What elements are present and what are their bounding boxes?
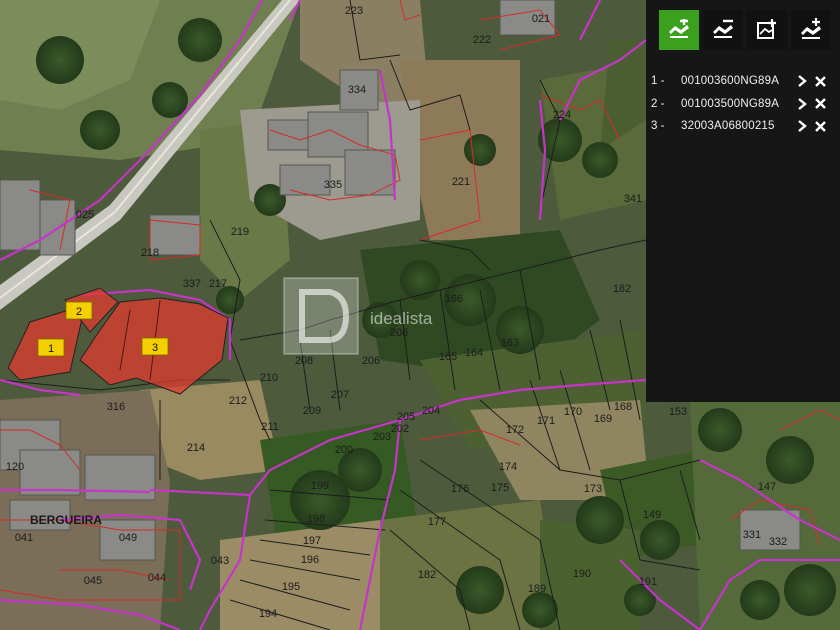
close-icon[interactable] bbox=[811, 95, 829, 113]
plot-number: 173 bbox=[584, 483, 602, 495]
plot-number: 203 bbox=[373, 431, 391, 443]
plot-number: 316 bbox=[107, 401, 125, 413]
plot-number: 337 bbox=[183, 278, 201, 290]
parcel-code[interactable]: 32003A06800215 bbox=[681, 120, 793, 132]
plot-number: 335 bbox=[324, 179, 342, 191]
plot-number: 025 bbox=[76, 209, 94, 221]
parcel-panel: 1 - 001003600NG89A 2 - 001003500NG89A 3 … bbox=[646, 0, 840, 402]
plot-number: 165 bbox=[439, 351, 457, 363]
plot-number: 176 bbox=[451, 483, 469, 495]
parcel-code[interactable]: 001003500NG89A bbox=[681, 98, 793, 110]
plot-number: 214 bbox=[187, 442, 205, 454]
plot-number: 182 bbox=[613, 283, 631, 295]
plot-number: 209 bbox=[303, 405, 321, 417]
plot-number: 153 bbox=[669, 406, 687, 418]
add-parcel-button[interactable] bbox=[659, 10, 699, 50]
plot-number: 189 bbox=[528, 583, 546, 595]
plot-number: 049 bbox=[119, 532, 137, 544]
remove-parcel-button[interactable] bbox=[703, 10, 743, 50]
plot-number: 021 bbox=[532, 13, 550, 25]
plot-number: 120 bbox=[6, 461, 24, 473]
plot-number: 149 bbox=[643, 509, 661, 521]
plot-number: 182 bbox=[418, 569, 436, 581]
plot-number: 175 bbox=[491, 482, 509, 494]
plot-number: 190 bbox=[573, 568, 591, 580]
select-area-button[interactable] bbox=[747, 10, 787, 50]
plot-number: 200 bbox=[335, 444, 353, 456]
plot-number: 205 bbox=[397, 411, 415, 423]
plot-number: 341 bbox=[624, 193, 642, 205]
parcel-index: 3 - bbox=[651, 120, 665, 133]
watermark-text: idealista bbox=[370, 309, 433, 328]
parcel-badge-3-label: 3 bbox=[152, 342, 158, 354]
plot-number: 211 bbox=[261, 421, 279, 433]
plot-number: 044 bbox=[148, 572, 166, 584]
plot-number: 217 bbox=[209, 278, 227, 290]
plot-number: 166 bbox=[445, 293, 463, 305]
plot-number: 168 bbox=[614, 401, 632, 413]
add-area-icon bbox=[801, 18, 821, 39]
plot-number: 206 bbox=[362, 355, 380, 367]
plot-number: 207 bbox=[331, 389, 349, 401]
chevron-right-icon[interactable] bbox=[793, 72, 811, 90]
plot-number: 224 bbox=[553, 109, 571, 121]
plot-number: 045 bbox=[84, 575, 102, 587]
close-icon[interactable] bbox=[811, 72, 829, 90]
plot-number: 196 bbox=[301, 554, 319, 566]
map-toolbar bbox=[659, 10, 835, 50]
plot-number: 172 bbox=[506, 424, 524, 436]
plot-number: 223 bbox=[345, 5, 363, 17]
parcel-list-item: 1 - 001003600NG89A bbox=[651, 70, 836, 93]
plot-number: 194 bbox=[259, 608, 277, 620]
plot-number: 169 bbox=[594, 413, 612, 425]
plot-number: 210 bbox=[260, 372, 278, 384]
plot-number: 163 bbox=[501, 337, 519, 349]
plot-number: 177 bbox=[428, 516, 446, 528]
parcel-index: 2 - bbox=[651, 97, 665, 110]
close-icon[interactable] bbox=[811, 117, 829, 135]
select-area-icon bbox=[757, 19, 776, 39]
plot-number: 218 bbox=[141, 247, 159, 259]
parcel-index: 1 - bbox=[651, 75, 665, 88]
plot-number: 164 bbox=[465, 347, 483, 359]
plot-number: 208 bbox=[295, 355, 313, 367]
parcel-list-item: 3 - 32003A06800215 bbox=[651, 115, 836, 138]
parcel-badge-1-label: 1 bbox=[48, 343, 54, 355]
add-area-button[interactable] bbox=[791, 10, 831, 50]
plot-number: 219 bbox=[231, 226, 249, 238]
plot-number: 206 bbox=[390, 327, 408, 339]
plot-number: 170 bbox=[564, 406, 582, 418]
plot-number: 334 bbox=[348, 84, 366, 96]
plot-number: 199 bbox=[311, 480, 329, 492]
plot-number: 171 bbox=[537, 415, 555, 427]
plot-number: 202 bbox=[391, 423, 409, 435]
plot-number: 191 bbox=[639, 576, 657, 588]
plot-number: 331 bbox=[743, 529, 761, 541]
remove-parcel-icon bbox=[713, 19, 733, 38]
chevron-right-icon[interactable] bbox=[793, 95, 811, 113]
plot-number: 222 bbox=[473, 34, 491, 46]
parcel-list: 1 - 001003600NG89A 2 - 001003500NG89A 3 … bbox=[651, 70, 836, 138]
parcel-code[interactable]: 001003600NG89A bbox=[681, 75, 793, 87]
plot-number: 174 bbox=[499, 461, 517, 473]
plot-number: 147 bbox=[758, 481, 776, 493]
place-name-label: BERGUEIRA bbox=[30, 513, 102, 527]
plot-number: 212 bbox=[229, 395, 247, 407]
parcel-badge-2-label: 2 bbox=[76, 306, 82, 318]
plot-number: 043 bbox=[211, 555, 229, 567]
plot-number: 204 bbox=[422, 405, 440, 417]
plot-number: 041 bbox=[15, 532, 33, 544]
plot-number: 332 bbox=[769, 536, 787, 548]
plot-number: 197 bbox=[303, 535, 321, 547]
chevron-right-icon[interactable] bbox=[793, 117, 811, 135]
parcel-list-item: 2 - 001003500NG89A bbox=[651, 93, 836, 116]
plot-number: 195 bbox=[282, 581, 300, 593]
plot-number: 221 bbox=[452, 176, 470, 188]
plot-number: 198 bbox=[307, 513, 325, 525]
add-parcel-icon bbox=[669, 19, 689, 38]
